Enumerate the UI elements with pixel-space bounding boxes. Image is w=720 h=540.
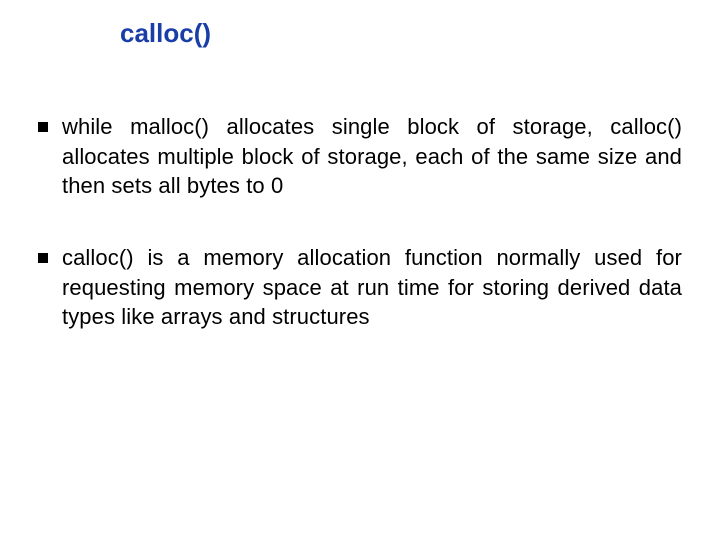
list-item: calloc() is a memory allocation function…	[38, 243, 682, 332]
bullet-text: calloc() is a memory allocation function…	[62, 243, 682, 332]
slide: calloc() while malloc() allocates single…	[0, 0, 720, 540]
list-item: while malloc() allocates single block of…	[38, 112, 682, 201]
slide-body: while malloc() allocates single block of…	[38, 112, 682, 332]
bullet-marker-icon	[38, 122, 48, 132]
bullet-text: while malloc() allocates single block of…	[62, 112, 682, 201]
bullet-marker-icon	[38, 253, 48, 263]
slide-title: calloc()	[120, 18, 211, 49]
